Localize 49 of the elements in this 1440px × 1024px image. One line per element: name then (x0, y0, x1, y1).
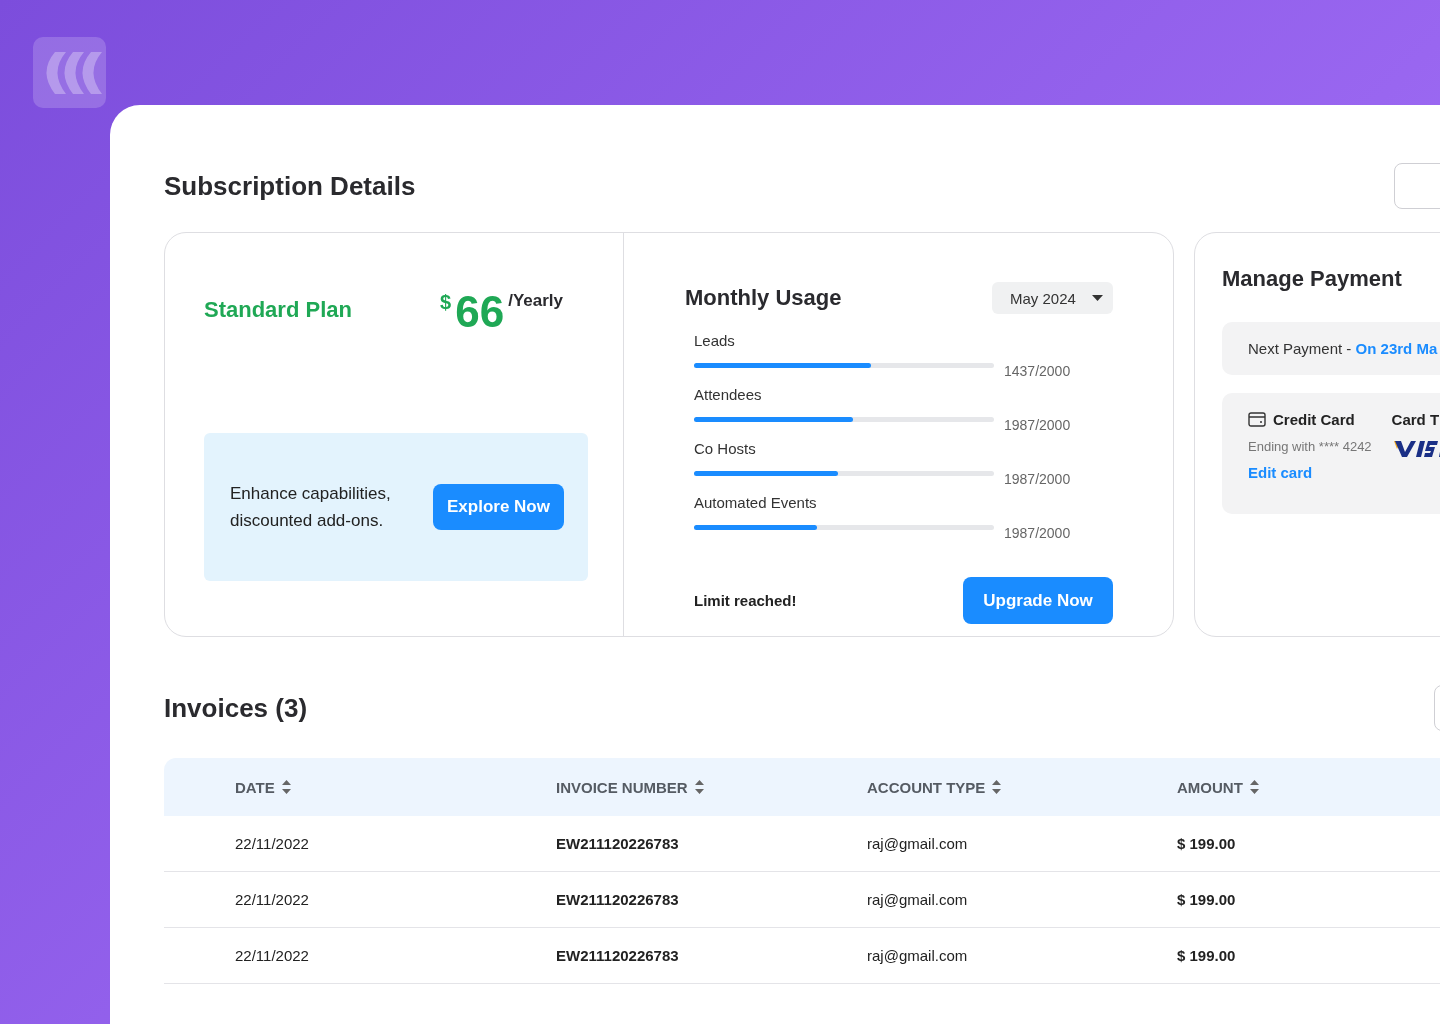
limit-status: Limit reached! (694, 592, 797, 609)
table-cell-text: 22/11/2022 (235, 947, 310, 964)
payment-title: Manage Payment (1222, 266, 1403, 292)
table-cell-text: $ 199.00 (1177, 835, 1237, 852)
promo-text: Enhance capabilities, discounted add-ons. (230, 483, 392, 532)
meter-label: Attendees (694, 385, 763, 405)
billing-period: /Yearly (508, 291, 563, 311)
meter-label: Co Hosts (694, 439, 757, 459)
table-cell-text: 22/11/2022 (235, 835, 310, 852)
card-type-label: Card T (1391, 411, 1440, 428)
meter-label: Leads (694, 331, 736, 351)
table-cell-text: EW211120226783 (556, 835, 680, 852)
usage-title: Monthly Usage (685, 285, 842, 311)
table-cell-text: raj@gmail.com (867, 947, 969, 964)
usage-reading: 1987/2000 (1004, 416, 1071, 435)
column-header[interactable]: INVOICE NUMBER (556, 778, 688, 796)
logo-icon (33, 37, 106, 108)
card-brand-icon (1391, 440, 1440, 458)
table-cell-text: raj@gmail.com (867, 835, 969, 852)
table-cell-text: EW211120226783 (556, 947, 680, 964)
table-cell-text: 22/11/2022 (235, 891, 310, 908)
card-ending: Ending with **** 4242 (1248, 439, 1372, 454)
table-cell-text: $ 199.00 (1177, 891, 1237, 908)
usage-reading: 1987/2000 (1004, 470, 1071, 489)
explore-button[interactable]: Explore Now (433, 484, 564, 530)
invoices-title: Invoices (3) (164, 692, 308, 724)
sort-icon[interactable] (694, 780, 704, 794)
credit-card-icon (1248, 412, 1266, 427)
plan-name: Standard Plan (204, 297, 352, 323)
plan-price: 66 (455, 287, 505, 337)
table-cell-text: EW211120226783 (556, 891, 680, 908)
payment-method: Credit Card (1273, 411, 1355, 428)
month-dropdown[interactable]: May 2024 (992, 282, 1113, 314)
column-header[interactable]: AMOUNT (1177, 778, 1243, 796)
table-cell-text: raj@gmail.com (867, 891, 969, 908)
page-title: Subscription Details (164, 170, 416, 202)
column-header[interactable]: DATE (235, 778, 275, 796)
meter-label: Automated Events (694, 493, 818, 513)
caret-icon (1092, 295, 1103, 301)
upgrade-button[interactable]: Upgrade Now (963, 577, 1113, 624)
table-cell-text: $ 199.00 (1177, 947, 1237, 964)
next-payment-text: Next Payment - On 23rd Ma (1248, 340, 1438, 357)
usage-reading: 1437/2000 (1004, 362, 1071, 381)
sort-icon[interactable] (281, 780, 291, 794)
usage-reading: 1987/2000 (1004, 524, 1071, 543)
column-header[interactable]: ACCOUNT TYPE (867, 778, 986, 796)
sort-icon[interactable] (992, 780, 1002, 794)
sort-icon[interactable] (1249, 780, 1259, 794)
currency: $ (440, 291, 452, 314)
